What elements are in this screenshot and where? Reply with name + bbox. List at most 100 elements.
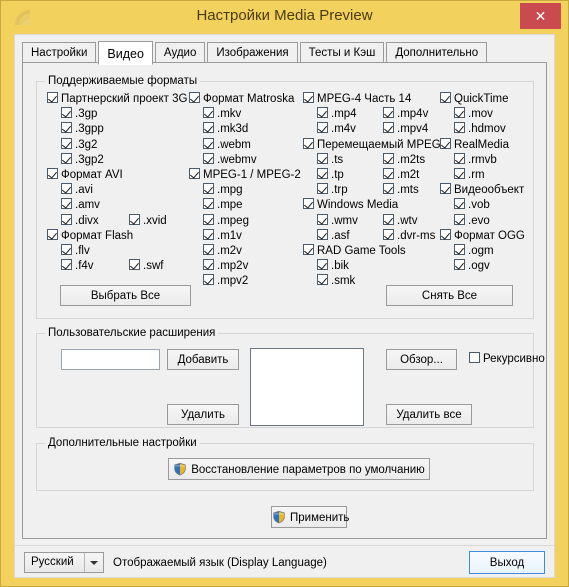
format-checkbox[interactable]: .3gpp <box>61 122 104 136</box>
format-checkbox[interactable]: .hdmov <box>454 122 506 136</box>
add-extension-button[interactable]: Добавить <box>167 349 239 370</box>
format-checkbox[interactable]: QuickTime <box>440 92 509 106</box>
format-checkbox[interactable]: .asf <box>317 228 350 243</box>
recursive-checkbox-box[interactable] <box>469 352 480 363</box>
format-checkbox[interactable]: .mpeg <box>203 213 249 228</box>
checkbox-box[interactable] <box>303 137 314 149</box>
checkbox-box[interactable] <box>189 92 200 103</box>
format-checkbox[interactable]: Перемещаемый MPEG <box>303 137 441 152</box>
checkbox-box[interactable] <box>203 137 214 149</box>
checkbox-box[interactable] <box>203 183 214 195</box>
format-checkbox[interactable]: .smk <box>317 274 355 288</box>
checkbox-box[interactable] <box>454 213 465 225</box>
checkbox-box[interactable] <box>317 213 328 225</box>
format-checkbox[interactable]: Партнерский проект 3G <box>47 92 187 106</box>
format-checkbox[interactable]: .mk3d <box>203 122 248 136</box>
tab-0[interactable]: Настройки <box>22 42 97 63</box>
format-checkbox[interactable]: .divx <box>61 213 99 228</box>
format-checkbox[interactable]: .wmv <box>317 213 358 228</box>
checkbox-box[interactable] <box>317 274 328 286</box>
format-checkbox[interactable]: .evo <box>454 213 490 228</box>
checkbox-box[interactable] <box>61 152 72 164</box>
checkbox-box[interactable] <box>61 122 72 134</box>
format-checkbox[interactable]: .dvr-ms <box>383 228 435 243</box>
checkbox-box[interactable] <box>47 168 58 179</box>
extension-input[interactable] <box>61 349 160 370</box>
checkbox-box[interactable] <box>129 213 140 225</box>
format-checkbox[interactable]: .xvid <box>129 213 167 228</box>
format-checkbox[interactable]: .3g2 <box>61 137 97 152</box>
chevron-down-icon[interactable] <box>84 553 103 572</box>
checkbox-box[interactable] <box>317 259 328 271</box>
checkbox-box[interactable] <box>203 228 214 240</box>
select-all-button[interactable]: Выбрать Все <box>60 285 191 306</box>
format-checkbox[interactable]: .bik <box>317 259 349 273</box>
format-checkbox[interactable]: Формат OGG <box>440 228 525 243</box>
checkbox-box[interactable] <box>61 183 72 195</box>
checkbox-box[interactable] <box>317 228 328 240</box>
format-checkbox[interactable]: .m2v <box>203 244 242 258</box>
format-checkbox[interactable]: .m4v <box>317 122 356 136</box>
format-checkbox[interactable]: .mpe <box>203 198 243 212</box>
checkbox-box[interactable] <box>383 213 394 225</box>
checkbox-box[interactable] <box>454 168 465 179</box>
checkbox-box[interactable] <box>203 274 214 286</box>
checkbox-box[interactable] <box>454 107 465 119</box>
format-checkbox[interactable]: Формат Flash <box>47 228 133 243</box>
delete-extension-button[interactable]: Удалить <box>167 404 239 425</box>
format-checkbox[interactable]: .ogm <box>454 244 494 258</box>
format-checkbox[interactable]: .tp <box>317 168 344 182</box>
restore-defaults-button[interactable]: Восстановление параметров по умолчанию <box>168 458 430 480</box>
browse-button[interactable]: Обзор... <box>386 349 457 370</box>
format-checkbox[interactable]: .rm <box>454 168 485 182</box>
checkbox-box[interactable] <box>440 183 451 195</box>
recursive-checkbox[interactable]: Рекурсивно <box>469 352 545 366</box>
checkbox-box[interactable] <box>454 259 465 271</box>
checkbox-box[interactable] <box>317 152 328 164</box>
checkbox-box[interactable] <box>203 152 214 164</box>
format-checkbox[interactable]: .f4v <box>61 259 94 273</box>
tab-4[interactable]: Тесты и Кэш <box>299 42 385 63</box>
tab-1[interactable]: Видео <box>98 41 153 65</box>
format-checkbox[interactable]: Видеообъект <box>440 183 524 197</box>
extensions-listbox[interactable] <box>250 348 364 426</box>
format-checkbox[interactable]: .3gp <box>61 107 97 121</box>
checkbox-box[interactable] <box>203 244 214 255</box>
checkbox-box[interactable] <box>203 198 214 210</box>
format-checkbox[interactable]: .amv <box>61 198 100 212</box>
format-checkbox[interactable]: .rmvb <box>454 152 497 167</box>
checkbox-box[interactable] <box>454 152 465 164</box>
checkbox-box[interactable] <box>203 122 214 134</box>
checkbox-box[interactable] <box>47 92 58 103</box>
format-checkbox[interactable]: .avi <box>61 183 93 197</box>
checkbox-box[interactable] <box>303 244 314 255</box>
checkbox-box[interactable] <box>189 168 200 179</box>
format-checkbox[interactable]: .ogv <box>454 259 490 273</box>
tab-5[interactable]: Дополнительно <box>386 42 488 63</box>
checkbox-box[interactable] <box>303 92 314 103</box>
apply-button[interactable]: Применить <box>271 506 349 528</box>
checkbox-box[interactable] <box>61 107 72 119</box>
checkbox-box[interactable] <box>440 92 451 103</box>
language-select[interactable]: Русский <box>24 552 104 573</box>
format-checkbox[interactable]: Формат AVI <box>47 168 123 182</box>
format-checkbox[interactable]: .wtv <box>383 213 417 228</box>
format-checkbox[interactable]: RealMedia <box>440 137 509 152</box>
checkbox-box[interactable] <box>383 183 394 195</box>
checkbox-box[interactable] <box>61 259 72 271</box>
checkbox-box[interactable] <box>203 213 214 225</box>
format-checkbox[interactable]: .ts <box>317 152 343 167</box>
format-checkbox[interactable]: .swf <box>129 259 163 273</box>
checkbox-box[interactable] <box>440 228 451 240</box>
format-checkbox[interactable]: .vob <box>454 198 490 212</box>
checkbox-box[interactable] <box>303 198 314 210</box>
format-checkbox[interactable]: .mp2v <box>203 259 248 273</box>
format-checkbox[interactable]: RAD Game Tools <box>303 244 406 258</box>
format-checkbox[interactable]: .webm <box>203 137 251 152</box>
format-checkbox[interactable]: MPEG-1 / MPEG-2 <box>189 168 301 182</box>
format-checkbox[interactable]: .flv <box>61 244 90 258</box>
format-checkbox[interactable]: .3gp2 <box>61 152 104 167</box>
checkbox-box[interactable] <box>454 122 465 134</box>
checkbox-box[interactable] <box>317 122 328 134</box>
format-checkbox[interactable]: .mp4v <box>383 107 428 121</box>
